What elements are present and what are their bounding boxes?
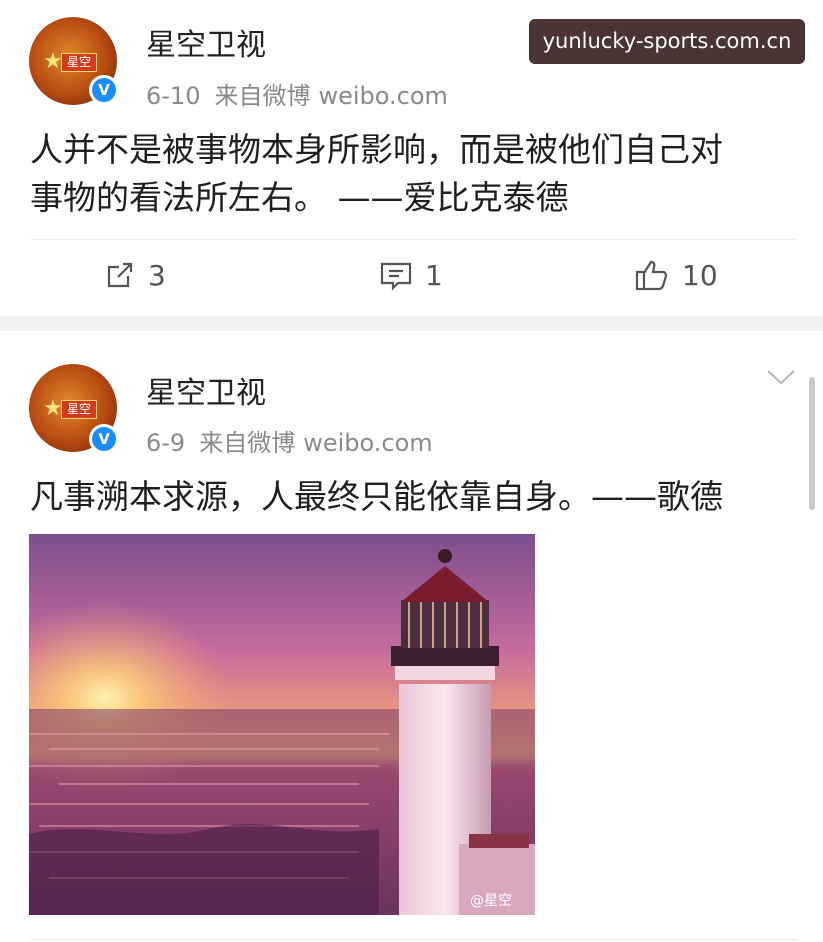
divider	[30, 939, 796, 940]
post-separator	[0, 316, 823, 331]
post-domain: weibo.com	[303, 429, 433, 457]
divider	[30, 239, 796, 240]
post-meta: 6-9 来自微博 weibo.com	[146, 423, 433, 458]
avatar-logo-text: 星空	[61, 400, 97, 419]
post-text-line-1: 人并不是被事物本身所影响，而是被他们自己对	[30, 130, 723, 169]
scrollbar[interactable]	[809, 377, 815, 510]
avatar-logo-text: 星空	[61, 53, 97, 72]
repost-icon	[107, 262, 133, 288]
comment-button[interactable]: 1	[379, 255, 443, 295]
like-button[interactable]: 10	[634, 255, 718, 295]
lighthouse-sunset-image	[29, 534, 535, 915]
verified-v-icon: V	[89, 424, 119, 454]
repost-button[interactable]: 3	[104, 255, 166, 295]
post-meta: 6-10 来自微博 weibo.com	[146, 76, 448, 111]
post-text: 人并不是被事物本身所影响，而是被他们自己对 事物的看法所左右。 ——爱比克泰德	[30, 126, 795, 222]
comment-icon	[380, 262, 412, 291]
post-source: 来自微博	[199, 429, 296, 457]
thumbs-up-icon	[635, 260, 668, 291]
post-date: 6-9	[146, 429, 186, 457]
post-text: 凡事溯本求源，人最终只能依靠自身。——歌德	[30, 477, 723, 516]
comment-count: 1	[425, 258, 443, 292]
site-watermark: yunlucky-sports.com.cn	[529, 19, 805, 64]
post-domain: weibo.com	[318, 82, 448, 110]
chevron-down-icon[interactable]	[766, 368, 796, 386]
post-image-lighthouse[interactable]	[29, 534, 535, 915]
like-count: 10	[682, 258, 718, 292]
repost-count: 3	[148, 258, 166, 292]
author-name[interactable]: 星空卫视	[146, 20, 266, 64]
verified-v-icon: V	[89, 75, 119, 105]
image-watermark: @星空	[470, 893, 512, 909]
author-name[interactable]: 星空卫视	[146, 368, 266, 412]
post-source: 来自微博	[214, 82, 311, 110]
post-date: 6-10	[146, 82, 201, 110]
post-text-line-2: 事物的看法所左右。 ——爱比克泰德	[30, 178, 569, 217]
